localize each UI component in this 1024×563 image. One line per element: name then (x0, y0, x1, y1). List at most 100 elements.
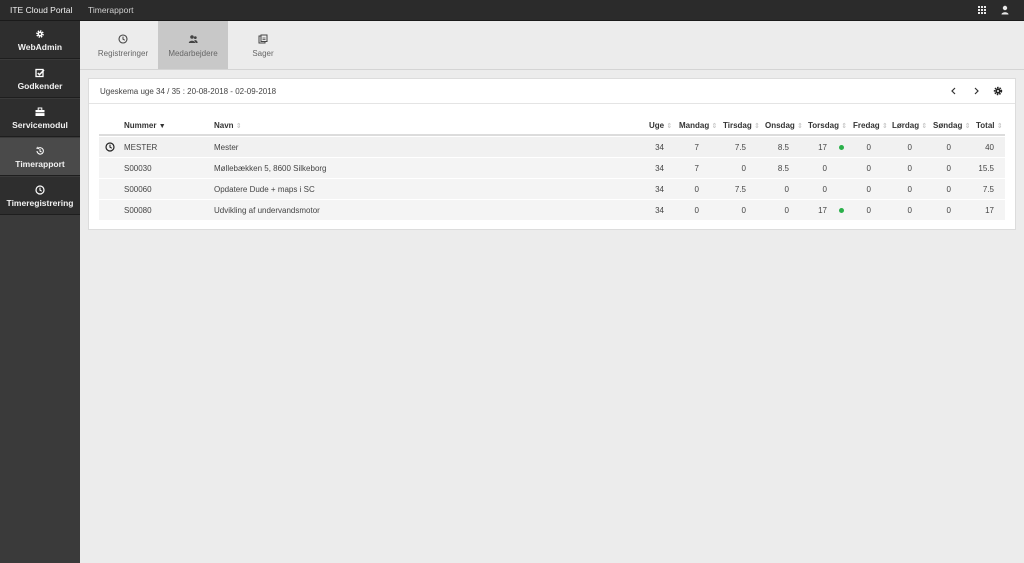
cell-mandag: 7 (694, 143, 699, 152)
sidebar-item-label: Godkender (17, 81, 63, 91)
cell-total: 17 (985, 206, 994, 215)
tab-bar: Registreringer Medarbejdere Sager (80, 21, 1024, 70)
cell-navn: Opdatere Dude + maps i SC (214, 185, 315, 194)
column-header-navn[interactable]: Navn ⇕ (214, 121, 242, 130)
cell-uge: 34 (655, 206, 664, 215)
cell-total: 40 (985, 143, 994, 152)
table-row[interactable]: S00030 Møllebækken 5, 8600 Silkeborg 34 … (99, 158, 1005, 179)
table-row[interactable]: S00060 Opdatere Dude + maps i SC 34 0 7.… (99, 179, 1005, 200)
cell-navn: Mester (214, 143, 239, 152)
clock-icon[interactable] (105, 142, 115, 152)
clock-icon (35, 185, 45, 195)
cases-icon (258, 34, 268, 44)
cell-sondag: 0 (946, 143, 951, 152)
table-row[interactable]: S00080 Udvikling af undervandsmotor 34 0… (99, 200, 1005, 221)
sidebar-item-label: WebAdmin (17, 42, 63, 52)
cell-tirsdag: 7.5 (734, 185, 746, 194)
cell-nummer: S00030 (124, 164, 152, 173)
cell-fredag: 0 (866, 206, 871, 215)
chevron-left-icon[interactable] (948, 85, 960, 97)
status-dot (839, 208, 844, 213)
tab-label: Registreringer (97, 49, 149, 58)
history-icon (36, 146, 44, 155)
settings-gear-icon[interactable] (992, 85, 1004, 97)
cell-nummer: MESTER (124, 143, 158, 152)
status-dot (839, 145, 844, 150)
cell-mandag: 0 (694, 185, 699, 194)
chevron-right-icon[interactable] (970, 85, 982, 97)
cell-onsdag: 8.5 (777, 143, 789, 152)
cell-fredag: 0 (866, 143, 871, 152)
cell-torsdag: 0 (822, 185, 827, 194)
table-header: Nummer ▼ Navn ⇕ Uge ⇕ Mandag ⇕ Tirsdag ⇕… (99, 116, 1005, 136)
sidebar-item-godkender[interactable]: Godkender (0, 60, 80, 98)
top-bar: ITE Cloud Portal Timerapport (0, 0, 1024, 21)
sidebar-item-label: Timeregistrering (6, 198, 74, 208)
cell-total: 15.5 (978, 164, 994, 173)
panel-title: Ugeskema uge 34 / 35 : 20-08-2018 - 02-0… (100, 87, 277, 96)
cell-torsdag: 0 (822, 164, 827, 173)
cell-lordag: 0 (907, 206, 912, 215)
cell-nummer: S00080 (124, 206, 152, 215)
cell-sondag: 0 (946, 164, 951, 173)
panel-header: Ugeskema uge 34 / 35 : 20-08-2018 - 02-0… (89, 79, 1015, 104)
cell-onsdag: 8.5 (777, 164, 789, 173)
table-row[interactable]: MESTER Mester 34 7 7.5 8.5 17 0 0 0 40 (99, 137, 1005, 158)
cell-lordag: 0 (907, 164, 912, 173)
tab-sager[interactable]: Sager (228, 21, 298, 69)
report-panel: Ugeskema uge 34 / 35 : 20-08-2018 - 02-0… (88, 78, 1016, 230)
column-header-lordag[interactable]: Lørdag ⇕ (892, 121, 927, 130)
cell-nummer: S00060 (124, 185, 152, 194)
column-header-torsdag[interactable]: Torsdag ⇕ (808, 121, 847, 130)
column-header-tirsdag[interactable]: Tirsdag ⇕ (723, 121, 760, 130)
sidebar-item-timerapport[interactable]: Timerapport (0, 138, 80, 176)
cell-onsdag: 0 (784, 206, 789, 215)
cell-tirsdag: 7.5 (734, 143, 746, 152)
cell-navn: Møllebækken 5, 8600 Silkeborg (214, 164, 327, 173)
toolbox-icon (35, 107, 45, 116)
column-header-mandag[interactable]: Mandag ⇕ (679, 121, 717, 130)
clock-icon (118, 34, 128, 44)
cell-sondag: 0 (946, 206, 951, 215)
cell-mandag: 0 (694, 206, 699, 215)
column-header-sondag[interactable]: Søndag ⇕ (933, 121, 970, 130)
column-header-uge[interactable]: Uge ⇕ (649, 121, 672, 130)
column-header-onsdag[interactable]: Onsdag ⇕ (765, 121, 803, 130)
column-header-total[interactable]: Total ⇕ (976, 121, 1003, 130)
checkbox-icon (35, 68, 45, 78)
cell-fredag: 0 (866, 185, 871, 194)
column-header-nummer[interactable]: Nummer ▼ (124, 121, 166, 130)
user-icon[interactable] (1000, 5, 1010, 15)
tab-medarbejdere[interactable]: Medarbejdere (158, 21, 228, 69)
cell-sondag: 0 (946, 185, 951, 194)
sidebar: WebAdmin Godkender Servicemodul Timerapp… (0, 21, 80, 563)
sidebar-item-timeregistrering[interactable]: Timeregistrering (0, 177, 80, 215)
gear-icon (36, 30, 44, 38)
cell-tirsdag: 0 (741, 206, 746, 215)
cell-navn: Udvikling af undervandsmotor (214, 206, 320, 215)
tab-label: Medarbejdere (168, 49, 218, 58)
cell-uge: 34 (655, 185, 664, 194)
cell-lordag: 0 (907, 143, 912, 152)
cell-torsdag: 17 (818, 143, 827, 152)
cell-onsdag: 0 (784, 185, 789, 194)
cell-uge: 34 (655, 143, 664, 152)
cell-fredag: 0 (866, 164, 871, 173)
cell-uge: 34 (655, 164, 664, 173)
employees-icon (188, 35, 198, 43)
sidebar-item-webadmin[interactable]: WebAdmin (0, 21, 80, 59)
app-title[interactable]: ITE Cloud Portal (10, 5, 72, 15)
cell-torsdag: 17 (818, 206, 827, 215)
column-header-fredag[interactable]: Fredag ⇕ (853, 121, 888, 130)
apps-grid-icon[interactable] (977, 5, 987, 15)
breadcrumb: Timerapport (88, 5, 134, 15)
sidebar-item-servicemodul[interactable]: Servicemodul (0, 99, 80, 137)
cell-tirsdag: 0 (741, 164, 746, 173)
sidebar-item-label: Timerapport (15, 159, 65, 169)
cell-lordag: 0 (907, 185, 912, 194)
cell-total: 7.5 (982, 185, 994, 194)
cell-mandag: 7 (694, 164, 699, 173)
tab-registreringer[interactable]: Registreringer (88, 21, 158, 69)
sidebar-item-label: Servicemodul (12, 120, 68, 130)
tab-label: Sager (252, 49, 274, 58)
